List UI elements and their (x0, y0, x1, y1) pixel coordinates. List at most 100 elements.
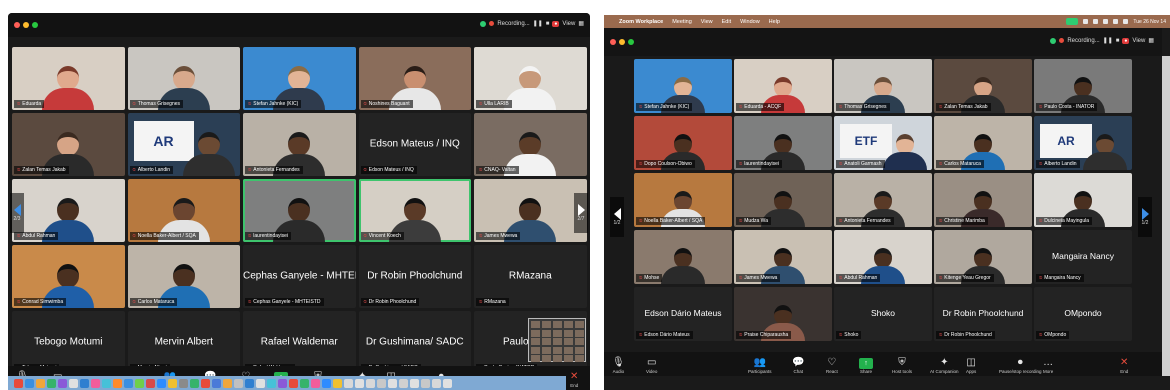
dock-app-icon[interactable] (377, 378, 386, 388)
recording-indicator[interactable]: Recording... ❚❚ ■ ● View ▦ (1050, 37, 1154, 44)
dock-app-icon[interactable] (355, 378, 364, 388)
menubar-clock[interactable]: Tue 26 Nov 14 (1133, 19, 1166, 25)
participant-tile[interactable]: Tebogo Motumi⦸Tebogo Motumi (12, 311, 125, 374)
participant-tile[interactable]: ⦸ Vincent Koech (358, 179, 471, 242)
participant-tile[interactable]: Dr Robin Phoolchund ⦸ Dr Robin Phoolchund (934, 287, 1032, 341)
participant-tile[interactable]: ⦸ Carlos Mataruca (934, 116, 1032, 170)
participant-tile[interactable]: ⦸ Stefan Jahnke (KIC) (634, 59, 732, 113)
participant-tile[interactable]: ⦸ Thomas Grisegnes (127, 47, 240, 110)
dock-app-icon[interactable] (212, 378, 221, 388)
share-button[interactable]: ↑Share (859, 358, 873, 374)
participant-tile[interactable]: ⦸ Zalan Temas Jakab (12, 113, 125, 176)
participant-tile[interactable]: ⦸ Christine Marimba (934, 173, 1032, 227)
participant-tile[interactable]: ⦸ Mudza Wa (734, 173, 832, 227)
participant-tile[interactable]: ⦸ laurentindayisei (734, 116, 832, 170)
status-icon[interactable] (1083, 19, 1089, 24)
dock-app-icon[interactable] (102, 378, 111, 388)
audio-button[interactable]: 🎙Audio (612, 357, 625, 374)
next-page-button[interactable]: 1/2 (1138, 197, 1152, 237)
dock-app-icon[interactable] (157, 378, 166, 388)
self-view-thumbnail[interactable] (528, 318, 586, 362)
dock-app-icon[interactable] (69, 378, 78, 388)
participant-tile[interactable]: Edson Dário Mateus ⦸ Edson Dário Mateus (634, 287, 732, 341)
pause-icon[interactable]: ❚❚ (1103, 37, 1113, 44)
participant-tile[interactable]: ⦸ Eduarda - ACQF (734, 59, 832, 113)
dock-app-icon[interactable] (366, 378, 375, 388)
zoom-status-icon[interactable] (1066, 18, 1079, 25)
participant-tile[interactable]: ⦸ Conrad Simwimba (12, 245, 125, 308)
participant-tile[interactable]: ⦸ Kitenge Yeau Gregor (934, 230, 1032, 284)
wifi-icon[interactable] (1103, 19, 1109, 24)
participant-tile[interactable]: ⦸ Mohse (634, 230, 732, 284)
participant-tile[interactable]: ⦸ Abdul Rahman (834, 230, 932, 284)
control-center-icon[interactable] (1123, 19, 1129, 24)
chat-button[interactable]: 💬Chat (792, 357, 804, 374)
prev-page-button[interactable]: 1/2 (610, 197, 624, 237)
participant-tile[interactable]: OMpondo ⦸ OMpondo (1034, 287, 1132, 341)
participant-tile[interactable]: ⦸ Dopo Coulson-Obiwo (634, 116, 732, 170)
dock-app-icon[interactable] (190, 378, 199, 388)
dock-app-icon[interactable] (47, 378, 56, 388)
dock-app-icon[interactable] (58, 378, 67, 388)
dock-app-icon[interactable] (146, 378, 155, 388)
menu-help[interactable]: Help (769, 19, 780, 25)
participant-tile[interactable]: ETF ⦸ Anatoli Garmash (834, 116, 932, 170)
apps-button[interactable]: ◫Apps (966, 357, 976, 374)
pause-icon[interactable]: ❚❚ (533, 20, 543, 27)
dock-app-icon[interactable] (278, 378, 287, 388)
participant-tile[interactable]: ⦸ James Mwewa (474, 179, 587, 242)
participant-tile[interactable]: ⦸ Dulcineia Mayingula (1034, 173, 1132, 227)
participant-tile[interactable]: ⦸ Noella Baker-Albert / SQA (634, 173, 732, 227)
participant-tile[interactable]: Mangaira Nancy ⦸ Mangaira Nancy (1034, 230, 1132, 284)
dock-app-icon[interactable] (333, 378, 342, 388)
dock-app-icon[interactable] (344, 378, 353, 388)
view-button[interactable]: View (1132, 38, 1145, 44)
participant-tile[interactable]: ⦸ laurentindayisei (243, 179, 356, 242)
minimize-window-icon[interactable] (23, 22, 29, 28)
participant-tile[interactable]: ⦸ Praise Chiparausha (734, 287, 832, 341)
participant-tile[interactable]: Dr Robin Phoolchund ⦸ Dr Robin Phoolchund (358, 245, 471, 308)
participant-tile[interactable]: ⦸ CNAQ- Valtan (474, 113, 587, 176)
dock-app-icon[interactable] (179, 378, 188, 388)
recording-button[interactable]: ⏺Pause/stop recording (999, 357, 1042, 374)
end-button[interactable]: ✕ End (1120, 357, 1128, 374)
dock-app-icon[interactable] (256, 378, 265, 388)
ai-companion-button[interactable]: ✦AI Companion (930, 357, 959, 374)
dock-app-icon[interactable] (388, 378, 397, 388)
participant-tile[interactable]: ⦸ Antonieta Fernandes (834, 173, 932, 227)
participant-tile[interactable]: ⦸ Thomas Grisegnes (834, 59, 932, 113)
participant-tile[interactable]: Edson Mateus / INQ ⦸ Edson Mateus / INQ (358, 113, 471, 176)
dock-app-icon[interactable] (25, 378, 34, 388)
participant-tile[interactable]: AR ⦸ Alberto Landin (1034, 116, 1132, 170)
menu-window[interactable]: Window (740, 19, 760, 25)
participant-tile[interactable]: RMazana ⦸ RMazana (474, 245, 587, 308)
dock-app-icon[interactable] (14, 378, 23, 388)
dock-app-icon[interactable] (421, 378, 430, 388)
zoom-window-icon[interactable] (32, 22, 38, 28)
dock-app-icon[interactable] (124, 378, 133, 388)
dock-app-icon[interactable] (168, 378, 177, 388)
dock-app-icon[interactable] (311, 378, 320, 388)
recording-indicator[interactable]: Recording... ❚❚ ■ ● View ▦ (480, 20, 584, 27)
dock-app-icon[interactable] (300, 378, 309, 388)
dock-app-icon[interactable] (432, 378, 441, 388)
dock-app-icon[interactable] (113, 378, 122, 388)
participant-tile[interactable]: ⦸ Ulla LARIB (474, 47, 587, 110)
dock-app-icon[interactable] (267, 378, 276, 388)
stop-icon[interactable]: ■ (1116, 38, 1120, 44)
dock-app-icon[interactable] (91, 378, 100, 388)
close-window-icon[interactable] (14, 22, 20, 28)
participant-tile[interactable]: ⦸ Zalan Temas Jakab (934, 59, 1032, 113)
dock-app-icon[interactable] (135, 378, 144, 388)
participant-tile[interactable]: Dr Gushimana/ SADC⦸Dr Gushimana/ SADC (358, 311, 471, 374)
zoom-window-icon[interactable] (628, 39, 634, 45)
search-icon[interactable] (1113, 19, 1119, 24)
status-icon[interactable] (1093, 19, 1099, 24)
participant-tile[interactable]: ⦸ Stefan Jahnke (KIC) (243, 47, 356, 110)
participant-tile[interactable]: ⦸ Noella Baker-Albert / SQA (127, 179, 240, 242)
dock-app-icon[interactable] (289, 378, 298, 388)
dock-app-icon[interactable] (36, 378, 45, 388)
next-page-button[interactable]: 2/7 (574, 193, 588, 233)
dock-app-icon[interactable] (234, 378, 243, 388)
video-button[interactable]: ▭Video (646, 357, 657, 374)
